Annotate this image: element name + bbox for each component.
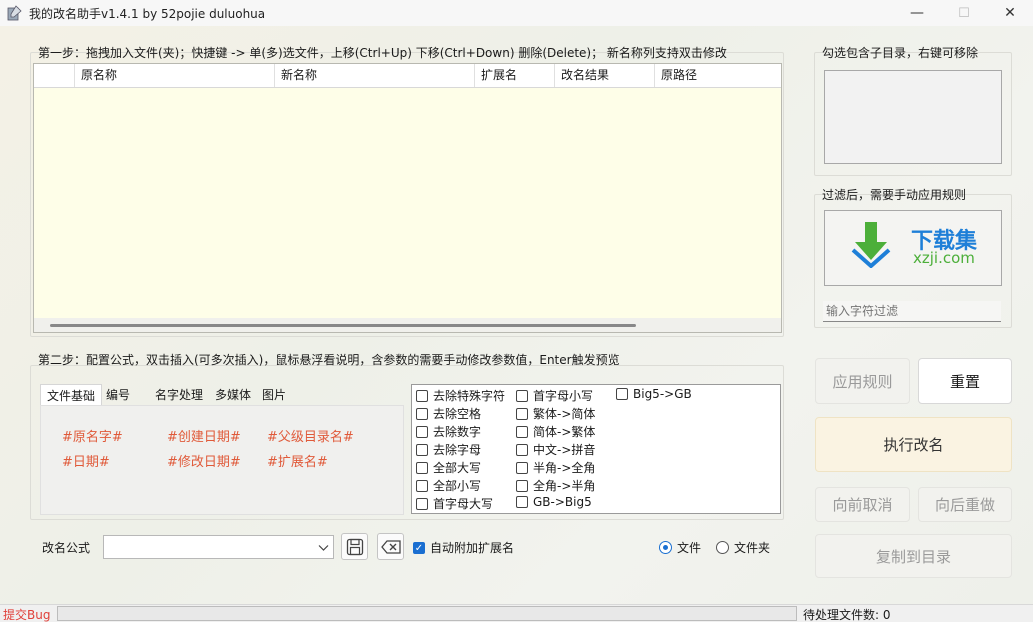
option-simp-to-trad[interactable]: 简体->繁体 (516, 423, 595, 440)
checkbox-icon[interactable] (416, 425, 428, 438)
checkbox-icon[interactable] (516, 479, 528, 492)
token-created-date[interactable]: #创建日期# (167, 426, 241, 445)
save-icon (346, 538, 363, 555)
file-table[interactable]: 原名称 新名称 扩展名 改名结果 原路径 (33, 63, 782, 333)
option-all-uppercase[interactable]: 全部大写 (416, 459, 481, 476)
options-panel: 去除特殊字符 去除空格 去除数字 去除字母 全部大写 全部小写 首字母大写 首字… (411, 384, 781, 514)
filter-list[interactable]: 下载集 xzji.com (824, 210, 1002, 286)
scrollbar-thumb[interactable] (50, 324, 636, 327)
checkbox-icon[interactable] (516, 407, 528, 420)
apply-rules-button[interactable]: 应用规则 (815, 358, 910, 404)
option-all-lowercase[interactable]: 全部小写 (416, 477, 481, 494)
progress-bar (57, 606, 797, 621)
step2-legend: 第二步：配置公式，双击插入(可多次插入)，鼠标悬浮看说明，含参数的需要手动修改参… (38, 353, 620, 367)
token-parent-dir-name[interactable]: #父级目录名# (267, 426, 354, 445)
radio-icon[interactable] (716, 541, 729, 554)
title-bar: 我的改名助手v1.4.1 by 52pojie duluohua — ☐ ✕ (0, 0, 1033, 26)
filter-legend: 过滤后，需要手动应用规则 (822, 188, 967, 202)
clear-formula-button[interactable] (377, 533, 404, 560)
tab-multimedia[interactable]: 多媒体 (210, 384, 256, 406)
checkbox-icon[interactable] (516, 496, 528, 508)
header-new-name[interactable]: 新名称 (274, 64, 474, 87)
checkbox-icon[interactable] (416, 461, 428, 474)
undo-button[interactable]: 向前取消 (815, 487, 910, 522)
checkbox-icon[interactable] (416, 407, 428, 420)
backspace-icon (380, 539, 401, 554)
app-icon (7, 5, 22, 21)
checkbox-icon[interactable] (416, 479, 428, 492)
mode-folder-radio[interactable]: 文件夹 (716, 539, 770, 556)
close-icon: ✕ (1004, 5, 1016, 21)
maximize-button[interactable]: ☐ (941, 0, 987, 26)
mode-file-radio[interactable]: 文件 (659, 539, 701, 556)
submit-bug-link[interactable]: 提交Bug (3, 606, 50, 622)
tab-panel-file-basic: #原名字# #创建日期# #父级目录名# #日期# #修改日期# #扩展名# (40, 405, 404, 515)
checkbox-icon[interactable] (616, 388, 628, 400)
tab-numbering[interactable]: 编号 (102, 384, 146, 406)
checkbox-icon[interactable] (416, 389, 428, 402)
radio-selected-icon[interactable] (659, 541, 672, 554)
formula-combobox[interactable] (103, 535, 334, 559)
copy-to-directory-button[interactable]: 复制到目录 (815, 534, 1012, 578)
formula-label: 改名公式 (42, 541, 91, 555)
download-arrow-icon (851, 222, 891, 268)
option-chinese-to-pinyin[interactable]: 中文->拼音 (516, 441, 595, 458)
checkbox-icon[interactable] (516, 443, 528, 456)
token-extension[interactable]: #扩展名# (267, 451, 328, 470)
header-original-path[interactable]: 原路径 (654, 64, 781, 87)
reset-button[interactable]: 重置 (918, 358, 1012, 404)
tab-image[interactable]: 图片 (258, 384, 302, 406)
option-half-to-full[interactable]: 半角->全角 (516, 459, 595, 476)
option-full-to-half[interactable]: 全角->半角 (516, 477, 595, 494)
header-extension[interactable]: 扩展名 (474, 64, 554, 87)
checkbox-icon[interactable] (516, 461, 528, 474)
status-bar: 提交Bug 待处理文件数: 0 (0, 604, 1033, 622)
option-remove-digits[interactable]: 去除数字 (416, 423, 481, 440)
option-big5-to-gb[interactable]: Big5->GB (616, 387, 692, 401)
filter-input[interactable] (823, 301, 1001, 322)
option-remove-special-chars[interactable]: 去除特殊字符 (416, 387, 505, 404)
minimize-icon: — (910, 5, 924, 21)
option-remove-spaces[interactable]: 去除空格 (416, 405, 481, 422)
token-original-name[interactable]: #原名字# (62, 426, 123, 445)
pending-count: 待处理文件数: 0 (803, 608, 891, 622)
checkbox-icon[interactable] (416, 497, 428, 510)
header-original-name[interactable]: 原名称 (74, 64, 274, 87)
horizontal-scrollbar[interactable] (34, 318, 781, 332)
redo-button[interactable]: 向后重做 (918, 487, 1012, 522)
execute-rename-button[interactable]: 执行改名 (815, 417, 1012, 472)
tab-name-processing[interactable]: 名字处理 (150, 384, 208, 406)
table-header: 原名称 新名称 扩展名 改名结果 原路径 (34, 64, 781, 88)
token-modified-date[interactable]: #修改日期# (167, 451, 241, 470)
checkbox-icon[interactable] (516, 389, 528, 402)
minimize-button[interactable]: — (894, 0, 940, 26)
option-gb-to-big5[interactable]: GB->Big5 (516, 495, 592, 509)
save-formula-button[interactable] (341, 533, 368, 560)
token-date[interactable]: #日期# (62, 451, 110, 470)
checkbox-icon[interactable] (516, 425, 528, 438)
checkbox-icon[interactable] (416, 443, 428, 456)
option-remove-letters[interactable]: 去除字母 (416, 441, 481, 458)
maximize-icon: ☐ (958, 5, 970, 21)
step1-legend: 第一步：拖拽加入文件(夹)；快捷键 -> 单(多)选文件，上移(Ctrl+Up)… (38, 46, 727, 60)
window-title: 我的改名助手v1.4.1 by 52pojie duluohua (29, 7, 266, 21)
subdir-list[interactable] (824, 70, 1002, 164)
option-capitalize-first[interactable]: 首字母大写 (416, 495, 493, 512)
close-button[interactable]: ✕ (987, 0, 1033, 26)
subdir-legend: 勾选包含子目录，右键可移除 (822, 46, 979, 60)
chevron-down-icon[interactable] (318, 544, 329, 552)
option-lowercase-first[interactable]: 首字母小写 (516, 387, 593, 404)
header-index (34, 64, 74, 87)
watermark-url: xzji.com (913, 249, 975, 267)
checkbox-checked-icon[interactable]: ✓ (413, 541, 425, 554)
auto-extension-checkbox[interactable]: ✓ 自动附加扩展名 (413, 539, 514, 556)
header-result[interactable]: 改名结果 (554, 64, 654, 87)
option-trad-to-simp[interactable]: 繁体->简体 (516, 405, 595, 422)
tab-file-basic[interactable]: 文件基础 (40, 384, 102, 406)
